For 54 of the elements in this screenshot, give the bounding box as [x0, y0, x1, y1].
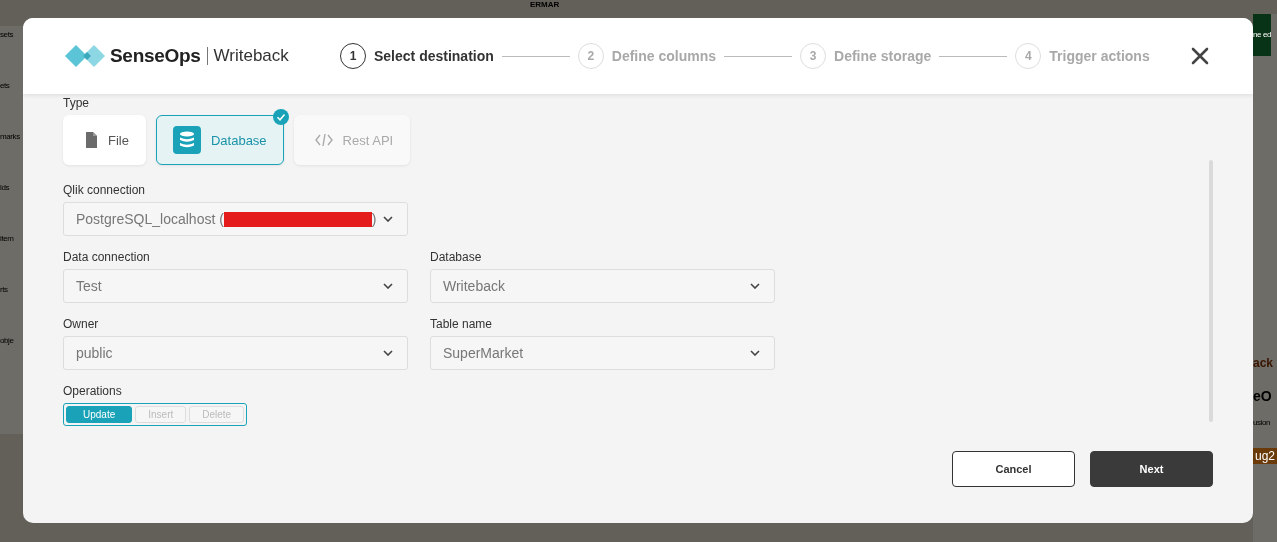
field-label: Qlik connection: [63, 183, 147, 197]
dropdown[interactable]: SuperMarket: [430, 336, 775, 370]
field-label: Database: [430, 250, 483, 264]
background-text: obje: [0, 336, 15, 345]
dropdown[interactable]: Writeback: [430, 269, 775, 303]
brand-name: SenseOps: [110, 47, 208, 65]
background-text: ets: [0, 81, 11, 90]
background-text: sets: [0, 30, 15, 39]
background-text: usion: [1253, 418, 1271, 427]
file-icon: [84, 132, 98, 148]
dropdown[interactable]: PostgreSQL_localhost ( ): [63, 202, 408, 236]
chevron-down-icon: [383, 350, 393, 356]
chevron-down-icon: [383, 283, 393, 289]
step-label: Define storage: [834, 48, 932, 64]
type-option[interactable]: File: [63, 115, 146, 165]
field-label: Operations: [63, 384, 123, 398]
field-label: Data connection: [63, 250, 151, 264]
dropdown-value: public: [76, 345, 113, 361]
product-name: Writeback: [213, 46, 289, 66]
dropdown[interactable]: public: [63, 336, 408, 370]
step-label: Define columns: [611, 48, 717, 64]
background-text: rts: [0, 285, 9, 294]
code-icon: [314, 132, 333, 148]
close-button[interactable]: [1191, 47, 1209, 65]
database-icon: [172, 126, 201, 154]
cancel-button[interactable]: Cancel: [952, 451, 1075, 487]
logo-icon: [63, 43, 107, 69]
chevron-down-icon: [750, 283, 760, 289]
chevron-down-icon: [383, 216, 393, 222]
dropdown-value: ): [371, 211, 377, 227]
dropdown[interactable]: Test: [63, 269, 408, 303]
chevron-down-icon: [750, 350, 760, 356]
dropdown-value: PostgreSQL_localhost (: [76, 211, 224, 227]
background-text: item: [0, 234, 15, 243]
background-text: ne ed: [1253, 14, 1272, 56]
dropdown-value: Test: [76, 278, 102, 294]
background-text: ack: [1253, 356, 1274, 370]
background-text: eO: [1253, 388, 1272, 404]
dropdown-value: SuperMarket: [443, 345, 524, 361]
field-label: Owner: [63, 317, 100, 331]
check-icon: [272, 109, 289, 125]
background-text: ERMAR: [530, 0, 560, 9]
step-label: Trigger actions: [1049, 48, 1150, 64]
background-text: marks: [0, 132, 21, 141]
field-label: Type: [63, 96, 90, 110]
next-button[interactable]: Next: [1090, 451, 1213, 487]
background-text: lds: [0, 183, 11, 192]
type-option[interactable]: Database: [155, 115, 284, 165]
operation-toggle[interactable]: Update: [66, 406, 133, 423]
dropdown-value: Writeback: [443, 278, 505, 294]
field-label: Table name: [430, 317, 494, 331]
step-label: Select destination: [374, 48, 494, 64]
close-icon: [1191, 47, 1209, 65]
background-text: ug2: [1253, 448, 1277, 464]
